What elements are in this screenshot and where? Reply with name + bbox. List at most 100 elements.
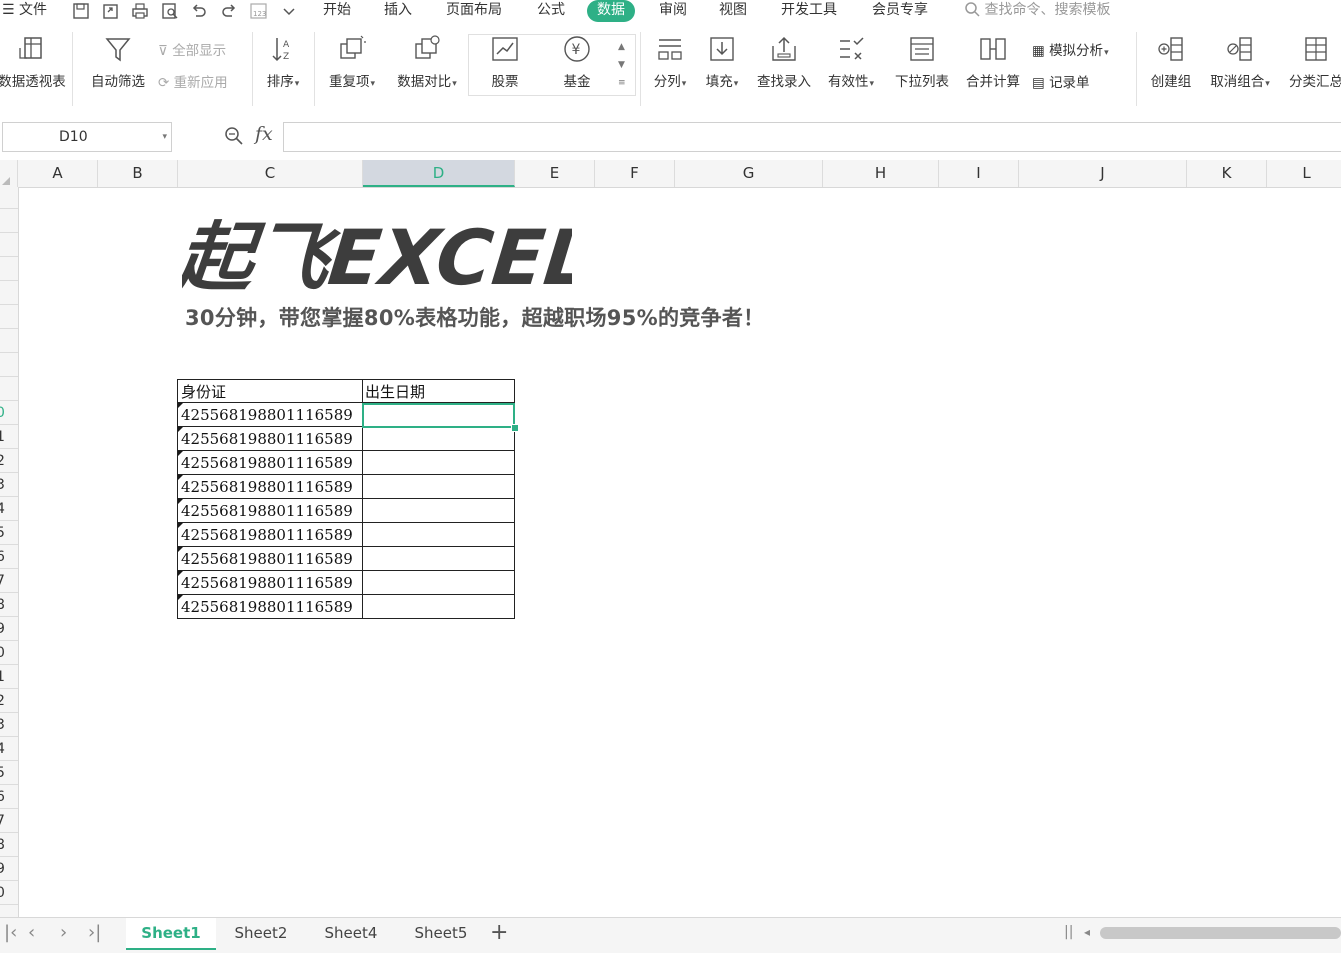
sheet-tab-1[interactable]: Sheet1: [126, 918, 216, 950]
id-cell[interactable]: 425568198801116589: [177, 595, 363, 619]
table-header-birthdate[interactable]: 出生日期: [362, 379, 515, 403]
birthdate-cell[interactable]: [362, 571, 515, 595]
row-number[interactable]: 2: [0, 449, 14, 473]
tab-insert[interactable]: 插入: [384, 0, 412, 22]
prev-sheet-icon[interactable]: ‹: [28, 922, 35, 943]
tab-data[interactable]: 数据: [587, 0, 635, 22]
birthdate-cell[interactable]: [362, 595, 515, 619]
column-header[interactable]: K: [1187, 160, 1267, 187]
id-cell[interactable]: 425568198801116589: [177, 403, 363, 427]
fund-button[interactable]: ¥ 基金: [550, 34, 604, 90]
scroll-left-icon[interactable]: ◂: [1084, 925, 1090, 939]
column-header[interactable]: B: [98, 160, 178, 187]
column-header[interactable]: F: [595, 160, 675, 187]
table-header-id[interactable]: 身份证: [177, 379, 363, 403]
formula-input[interactable]: [283, 122, 1341, 152]
show-all-button[interactable]: ⊽ 全部显示: [158, 39, 226, 59]
birthdate-cell[interactable]: [362, 451, 515, 475]
column-header[interactable]: L: [1267, 160, 1341, 187]
autofilter-button[interactable]: 自动筛选: [86, 34, 150, 90]
print-icon[interactable]: [131, 2, 149, 20]
column-header[interactable]: A: [18, 160, 98, 187]
birthdate-cell[interactable]: [362, 475, 515, 499]
fx-icon[interactable]: fx: [255, 123, 273, 145]
scroll-split-handle[interactable]: ||: [1064, 924, 1073, 940]
sheet-tab-2[interactable]: Sheet2: [216, 918, 306, 948]
last-sheet-icon[interactable]: ›|: [88, 922, 101, 943]
tab-developer[interactable]: 开发工具: [781, 0, 837, 22]
column-header[interactable]: H: [823, 160, 939, 187]
row-number[interactable]: 5: [0, 521, 14, 545]
row-number[interactable]: 6: [0, 545, 14, 569]
row-number[interactable]: 3: [0, 713, 14, 737]
id-cell[interactable]: 425568198801116589: [177, 523, 363, 547]
column-header[interactable]: E: [515, 160, 595, 187]
print-preview-icon[interactable]: [161, 2, 179, 20]
row-number[interactable]: 8: [0, 833, 14, 857]
pivot-table-button[interactable]: 数据透视表: [0, 34, 68, 90]
command-search[interactable]: 查找命令、搜索模板: [964, 0, 1110, 22]
row-number[interactable]: 0: [0, 641, 14, 665]
name-box[interactable]: D10 ▾: [2, 122, 172, 152]
row-number[interactable]: 1: [0, 425, 14, 449]
split-columns-button[interactable]: 分列▾: [648, 34, 692, 90]
tab-page-layout[interactable]: 页面布局: [446, 0, 502, 22]
subtotal-button[interactable]: 分类汇总: [1284, 34, 1341, 90]
consolidate-button[interactable]: 合并计算: [960, 34, 1026, 90]
id-cell[interactable]: 425568198801116589: [177, 451, 363, 475]
sort-button[interactable]: AZ 排序▾: [258, 34, 308, 90]
id-cell[interactable]: 425568198801116589: [177, 475, 363, 499]
row-number[interactable]: 8: [0, 593, 14, 617]
whatif-analysis-button[interactable]: ▦ 模拟分析▾: [1032, 39, 1109, 59]
lookup-entry-button[interactable]: 查找录入: [752, 34, 816, 90]
row-number[interactable]: 9: [0, 617, 14, 641]
row-number[interactable]: 4: [0, 737, 14, 761]
stock-button[interactable]: 股票: [478, 34, 532, 90]
fill-button[interactable]: 填充▾: [700, 34, 744, 90]
row-number[interactable]: 7: [0, 809, 14, 833]
row-number[interactable]: 9: [0, 857, 14, 881]
horizontal-scrollbar[interactable]: [1100, 927, 1341, 939]
row-number[interactable]: 0: [0, 401, 14, 425]
birthdate-cell[interactable]: [362, 427, 515, 451]
birthdate-cell[interactable]: [362, 523, 515, 547]
fill-handle[interactable]: [511, 424, 519, 432]
tab-review[interactable]: 审阅: [659, 0, 687, 22]
undo-icon[interactable]: [190, 2, 208, 20]
validation-button[interactable]: 有效性▾: [822, 34, 880, 90]
save-icon[interactable]: [72, 2, 90, 20]
chevron-down-icon[interactable]: [280, 2, 298, 20]
reapply-button[interactable]: ⟳ 重新应用: [158, 71, 228, 91]
birthdate-cell[interactable]: [362, 547, 515, 571]
row-number[interactable]: 3: [0, 473, 14, 497]
tab-view[interactable]: 视图: [719, 0, 747, 22]
birthdate-cell[interactable]: [362, 499, 515, 523]
zoom-formula-icon[interactable]: [224, 126, 244, 146]
column-header[interactable]: J: [1019, 160, 1187, 187]
tab-formula[interactable]: 公式: [537, 0, 565, 22]
column-header-selected[interactable]: D: [363, 160, 515, 187]
select-all-corner[interactable]: [0, 160, 18, 187]
number-format-icon[interactable]: 123: [250, 2, 268, 20]
column-header[interactable]: G: [675, 160, 823, 187]
next-sheet-icon[interactable]: ›: [60, 922, 67, 943]
create-group-button[interactable]: 创建组: [1144, 34, 1198, 90]
row-number[interactable]: 6: [0, 785, 14, 809]
ungroup-button[interactable]: 取消组合▾: [1204, 34, 1276, 90]
tab-member[interactable]: 会员专享: [872, 0, 928, 22]
first-sheet-icon[interactable]: |‹: [4, 922, 17, 943]
id-cell[interactable]: 425568198801116589: [177, 571, 363, 595]
add-sheet-icon[interactable]: +: [490, 920, 508, 945]
gallery-scroll[interactable]: ▲ ▼ ≡: [618, 38, 626, 92]
column-header[interactable]: C: [178, 160, 363, 187]
id-cell[interactable]: 425568198801116589: [177, 427, 363, 451]
export-icon[interactable]: [102, 2, 120, 20]
row-number[interactable]: 0: [0, 881, 14, 905]
column-header[interactable]: I: [939, 160, 1019, 187]
sheet-tab-4[interactable]: Sheet4: [306, 918, 396, 948]
id-cell[interactable]: 425568198801116589: [177, 499, 363, 523]
tab-start[interactable]: 开始: [323, 0, 351, 22]
row-number[interactable]: 1: [0, 665, 14, 689]
dropdown-list-button[interactable]: 下拉列表: [890, 34, 954, 90]
data-compare-button[interactable]: 数据对比▾: [390, 34, 464, 90]
